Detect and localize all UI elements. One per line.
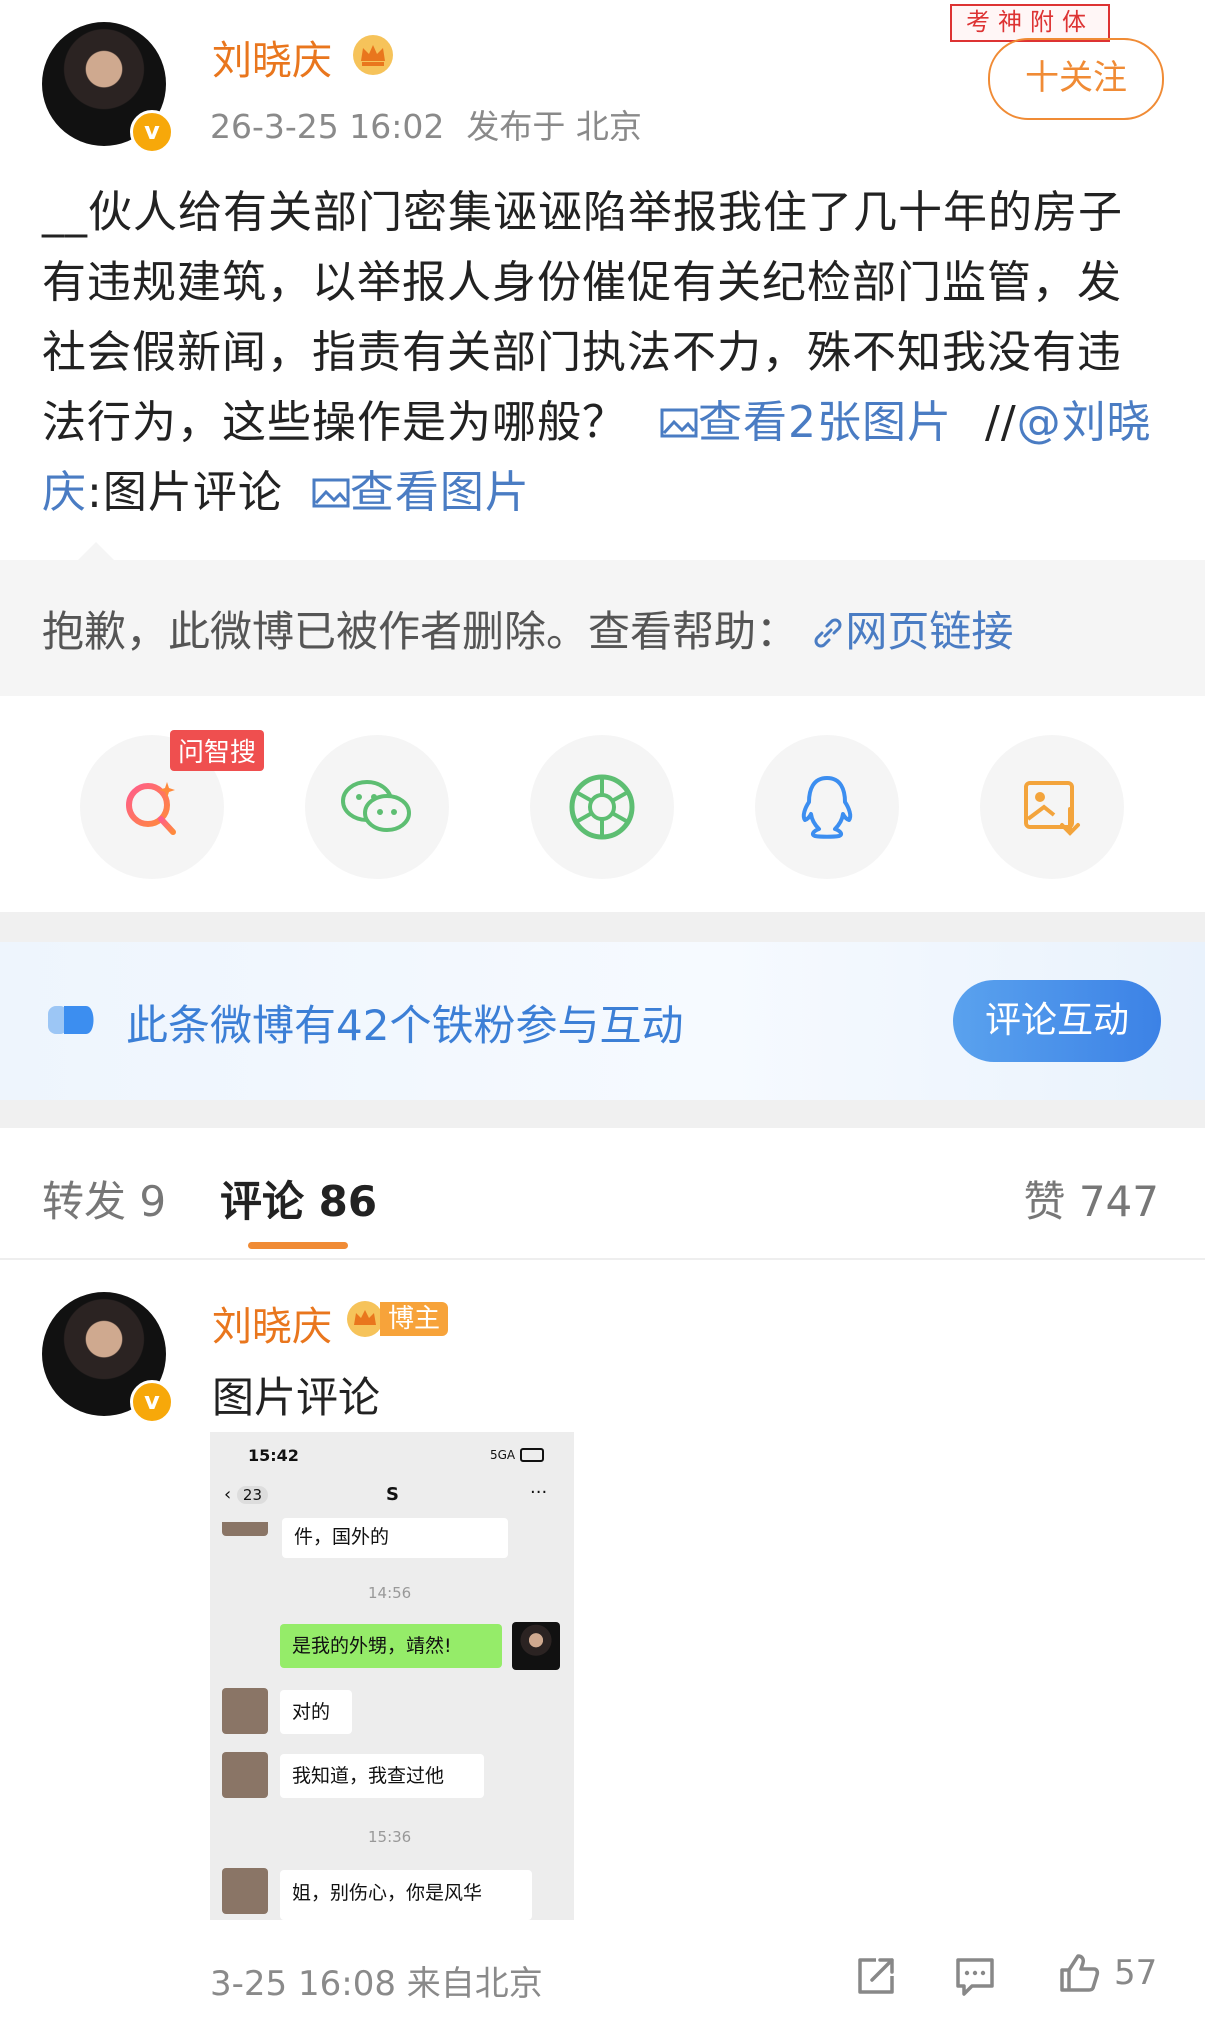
view-images-link[interactable]: 查看2张图片	[660, 397, 952, 448]
chat-avatar	[222, 1752, 268, 1798]
comment-text: 图片评论	[212, 1373, 381, 1422]
save-image-icon	[1024, 781, 1080, 836]
verified-badge-icon: v	[130, 110, 174, 154]
commenter-name[interactable]: 刘晓庆	[212, 1294, 332, 1352]
blogger-badge-label: 博主	[380, 1302, 449, 1336]
tab-likes[interactable]: 赞 747	[1023, 1168, 1159, 1229]
share-row: 问智搜	[0, 730, 1205, 890]
author-avatar[interactable]: v	[42, 22, 174, 154]
reply-comment-button[interactable]	[952, 1954, 998, 1998]
save-image-button[interactable]	[980, 735, 1124, 879]
chat-title: S	[386, 1484, 399, 1505]
stamp-decoration: 考神附体	[950, 4, 1110, 42]
chat-message: 我知道，我查过他	[280, 1754, 484, 1798]
repost-separator: //	[985, 397, 1017, 448]
like-comment-button[interactable]: 57	[1056, 1950, 1157, 1996]
repost-text: :图片评论	[87, 467, 283, 518]
wechat-button[interactable]	[305, 735, 449, 879]
chat-avatar-self	[512, 1622, 560, 1670]
comment-interact-button[interactable]: 评论互动	[953, 980, 1161, 1062]
crown-icon	[352, 34, 394, 76]
comment-image[interactable]: 15:42 5GA ‹ 23 S ··· 件，国外的 14:56 是我的外甥，靖…	[210, 1432, 574, 1920]
tabs-divider	[0, 1258, 1205, 1260]
moments-icon	[569, 774, 635, 840]
active-tab-indicator	[248, 1242, 348, 1249]
comment-time: 3-25 16:08 来自北京	[210, 1964, 543, 2004]
battery-icon	[520, 1448, 544, 1462]
chat-message-self: 是我的外甥，靖然!	[280, 1624, 502, 1668]
chat-avatar	[222, 1522, 268, 1536]
like-count: 57	[1114, 1953, 1158, 1993]
fans-banner: 此条微博有42个铁粉参与互动 评论互动	[0, 942, 1205, 1100]
section-divider	[0, 912, 1205, 942]
follow-button[interactable]: 十关注	[988, 38, 1164, 120]
notice-pointer	[78, 542, 114, 560]
view-image-link[interactable]: 查看图片	[312, 467, 530, 518]
wechat-icon	[341, 780, 411, 832]
verified-badge-icon: v	[130, 1380, 174, 1424]
thumbs-up-icon	[1060, 1954, 1100, 1992]
status-network: 5GA	[490, 1448, 516, 1462]
back-button: ‹ 23	[224, 1484, 269, 1505]
fans-banner-text: 此条微博有42个铁粉参与互动	[126, 1001, 684, 1050]
post-timestamp: 26-3-25 16:02 发布于 北京	[210, 107, 642, 146]
chat-message: 件，国外的	[282, 1518, 508, 1558]
fans-banner-icon	[46, 1002, 100, 1038]
chat-message: 姐，别伤心，你是风华	[280, 1870, 532, 1920]
web-link[interactable]: 网页链接	[811, 607, 1013, 656]
tab-comments[interactable]: 评论 86	[220, 1168, 377, 1229]
crown-icon	[347, 1301, 383, 1337]
deleted-notice-box: 抱歉，此微博已被作者删除。查看帮助： 网页链接	[0, 542, 1205, 696]
tab-reposts[interactable]: 转发 9	[42, 1168, 166, 1229]
wenzhisou-badge: 问智搜	[170, 730, 265, 771]
wenzhisou-icon	[126, 782, 176, 835]
share-comment-button[interactable]	[854, 1954, 898, 1998]
chat-time: 14:56	[368, 1584, 412, 1602]
post-body: __伙人给有关部门密集诬诬陷举报我住了几十年的房子有违规建筑，以举报人身份催促有…	[42, 178, 1162, 528]
image-icon	[660, 408, 698, 438]
post-text: __伙人给有关部门密集诬诬陷举报我住了几十年的房子有违规建筑，以举报人身份催促有…	[42, 187, 1123, 448]
chat-avatar	[222, 1688, 268, 1734]
qq-icon	[801, 776, 853, 839]
deleted-notice-text: 抱歉，此微博已被作者删除。查看帮助：	[42, 607, 799, 656]
chat-time: 15:36	[368, 1828, 412, 1846]
chat-avatar	[222, 1868, 268, 1914]
moments-button[interactable]	[530, 735, 674, 879]
commenter-avatar[interactable]: v	[42, 1292, 174, 1424]
back-count: 23	[236, 1486, 269, 1504]
chat-more: ···	[530, 1482, 548, 1503]
section-divider-2	[0, 1100, 1205, 1128]
author-name[interactable]: 刘晓庆	[212, 28, 332, 86]
link-icon	[814, 618, 842, 648]
qq-button[interactable]	[755, 735, 899, 879]
status-time: 15:42	[248, 1446, 299, 1465]
share-icon	[858, 1958, 894, 1994]
chat-message: 对的	[280, 1690, 352, 1734]
comment-icon	[956, 1958, 994, 1996]
image-icon	[312, 478, 350, 508]
blogger-badge: 博主	[346, 1300, 449, 1338]
